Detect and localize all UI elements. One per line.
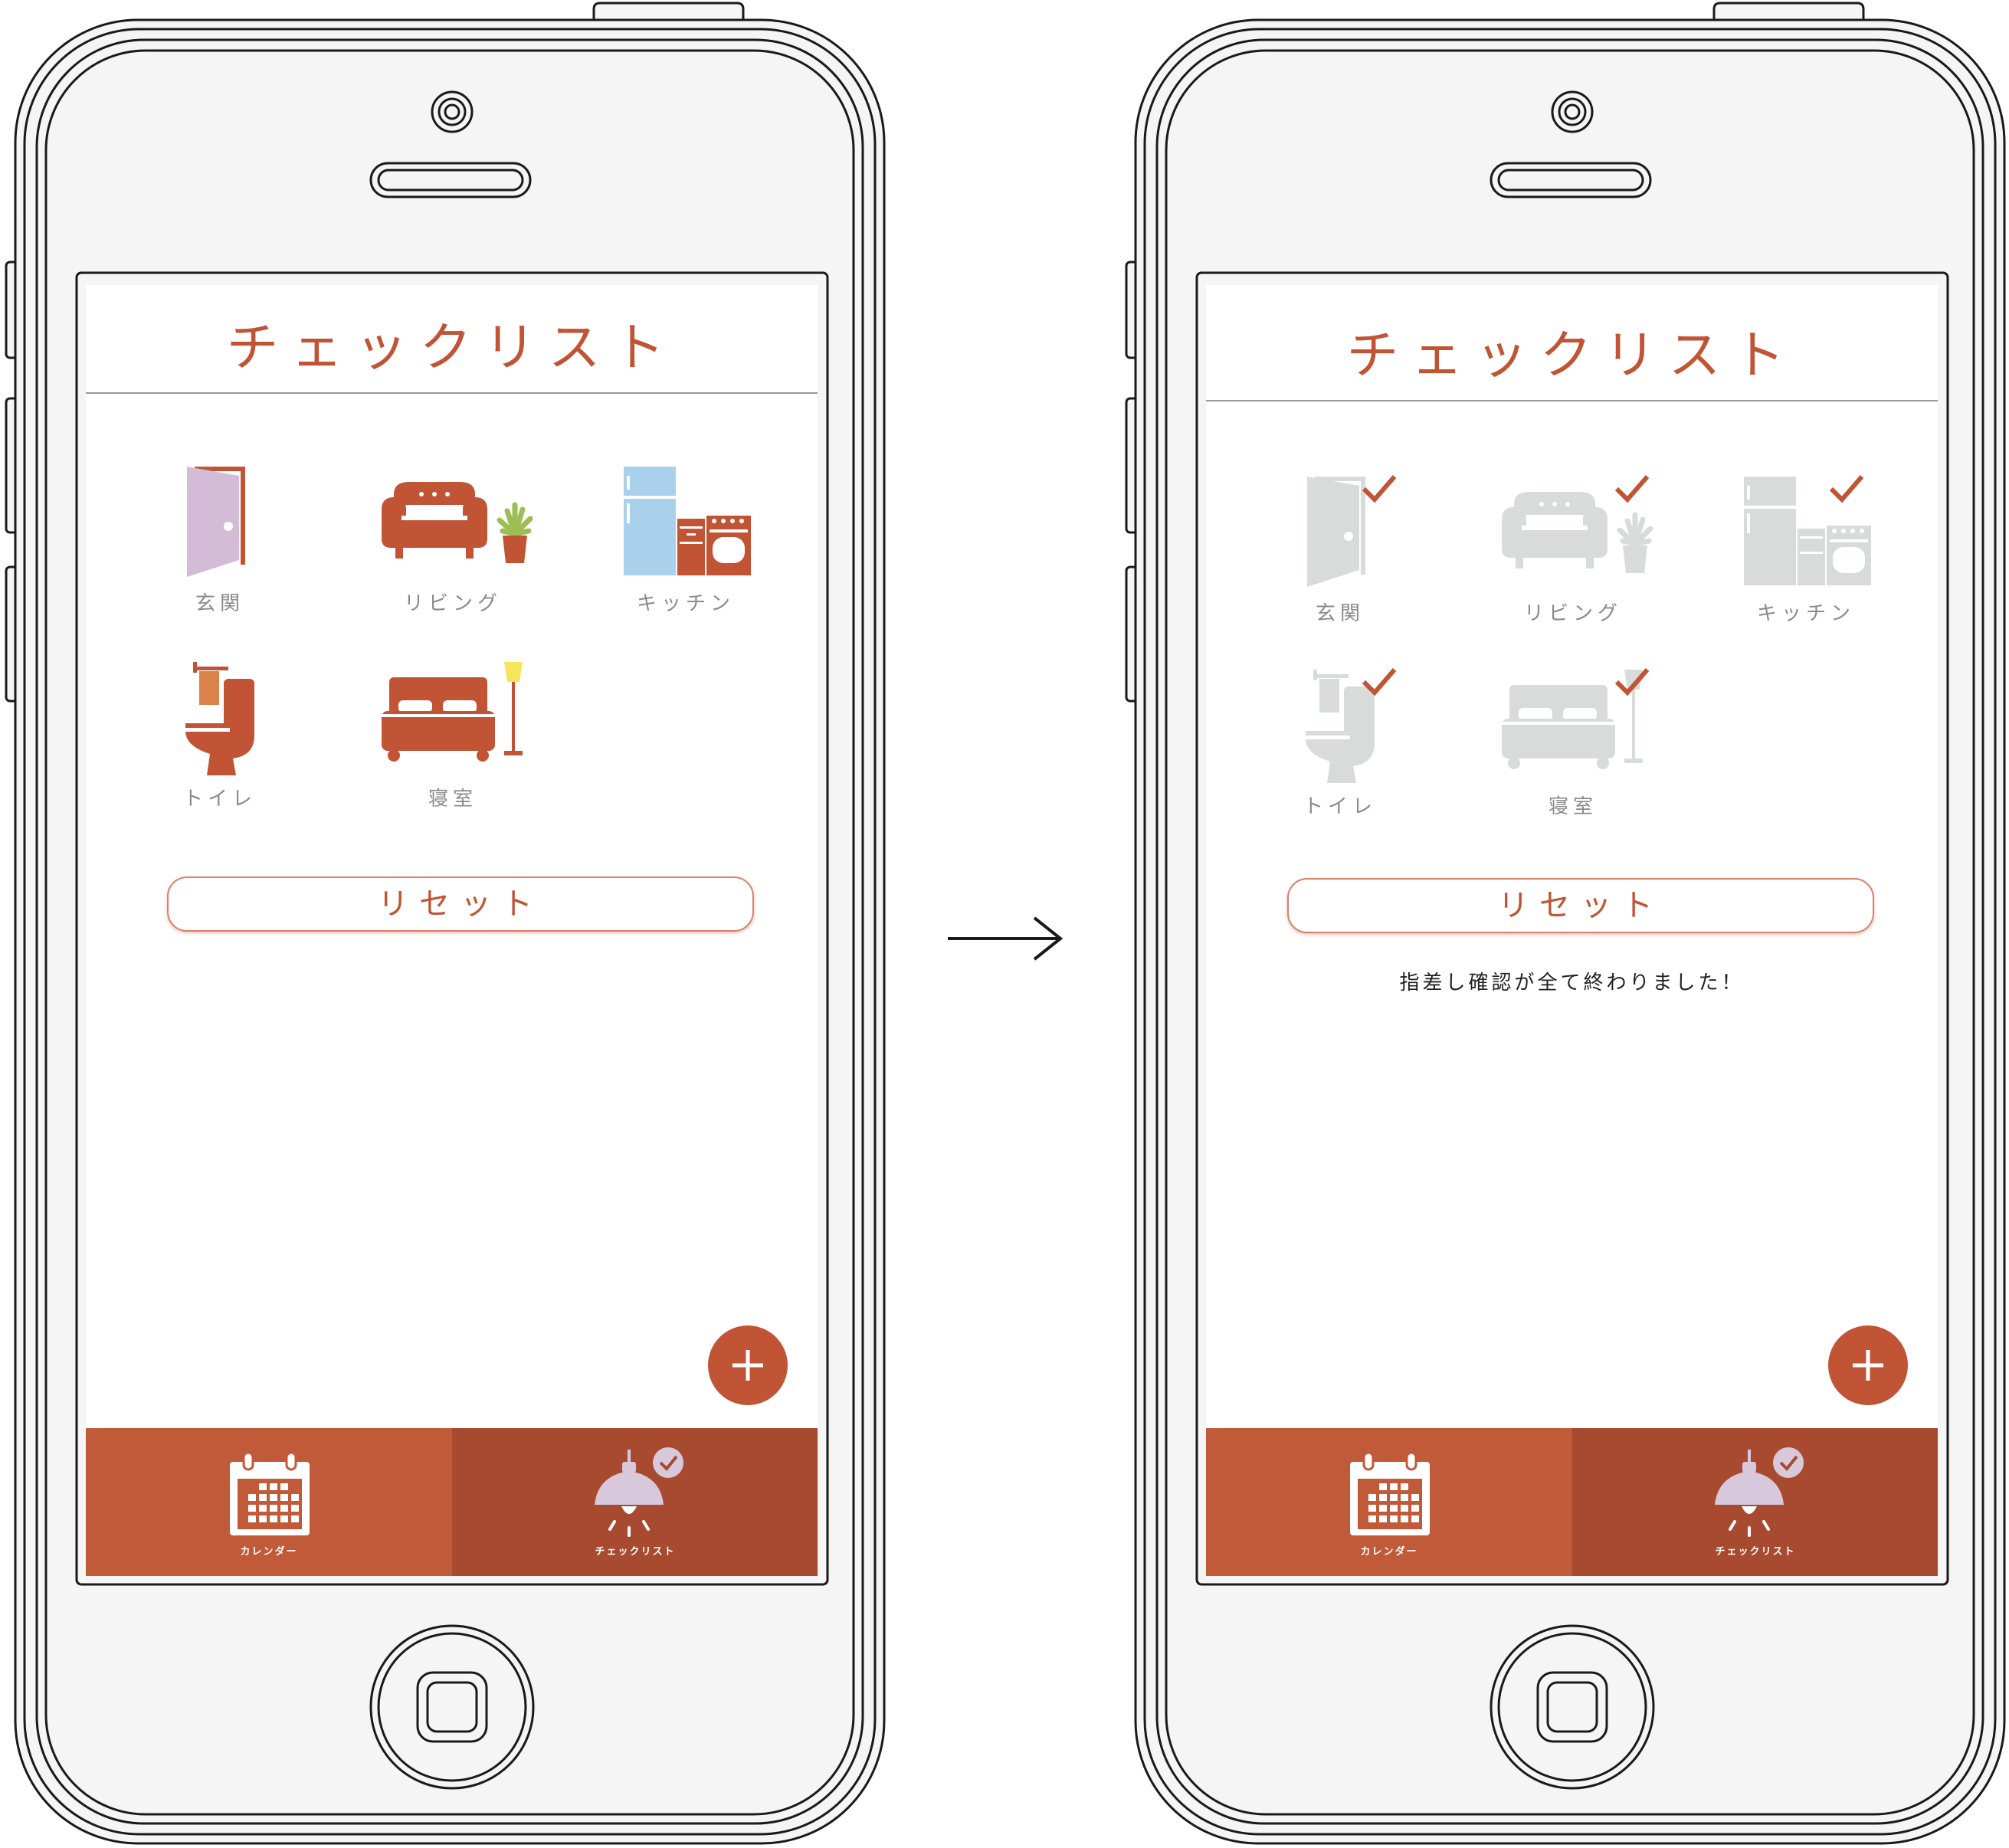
room-item-toilet[interactable]: トイレ [132, 660, 308, 814]
room-item-toilet[interactable]: トイレ [1252, 668, 1428, 821]
tab-calendar[interactable]: カレンダー [1206, 1428, 1572, 1576]
app-screen: チェックリスト 玄関 [86, 285, 818, 1576]
bed-icon [382, 662, 523, 762]
room-item-kitchen[interactable]: キッチン [598, 465, 774, 618]
plus-icon [732, 1350, 763, 1381]
room-label: キッチン [1756, 602, 1855, 625]
room-label: 寝室 [1548, 795, 1598, 818]
tab-checklist[interactable]: チェックリスト [452, 1428, 818, 1576]
tab-label: カレンダー [1360, 1546, 1418, 1558]
door-icon [1307, 475, 1397, 587]
reset-button[interactable]: リセット [167, 876, 754, 932]
door-icon [187, 467, 245, 577]
toilet-icon [185, 662, 254, 775]
tab-calendar[interactable]: カレンダー [86, 1428, 452, 1576]
calendar-icon [230, 1451, 310, 1535]
toilet-icon [1306, 668, 1397, 783]
bed-icon [1502, 668, 1650, 769]
arrow-right-icon [948, 916, 1063, 961]
app-header: チェックリスト [86, 285, 818, 394]
lamp-icon [595, 1447, 683, 1537]
room-label: 寝室 [428, 788, 477, 811]
page-title: チェックリスト [1346, 326, 1798, 386]
lamp-icon [1715, 1447, 1804, 1537]
room-item-kitchen[interactable]: キッチン [1718, 475, 1894, 628]
room-label: リビング [1523, 602, 1622, 625]
reset-button[interactable]: リセット [1287, 878, 1874, 933]
tab-bar: カレンダー チェックリスト [1206, 1428, 1938, 1576]
room-item-genkan[interactable]: 玄関 [132, 465, 308, 618]
room-item-bedroom[interactable]: 寝室 [1485, 668, 1661, 821]
completion-message: 指差し確認が全て終わりました！ [1399, 972, 1745, 994]
add-button[interactable] [708, 1325, 788, 1405]
room-label: トイレ [182, 788, 257, 811]
plus-icon [1853, 1350, 1883, 1381]
tab-bar: カレンダー チェックリスト [86, 1428, 818, 1576]
room-item-genkan[interactable]: 玄関 [1252, 475, 1428, 628]
phone-after: チェックリスト 玄関 リビング キッチン トイレ 寝室 リセット 指差し確認が全… [1120, 0, 2009, 1848]
app-screen: チェックリスト 玄関 [1206, 285, 1938, 1576]
tab-label: チェックリスト [1715, 1546, 1796, 1558]
room-label: 玄関 [1315, 602, 1365, 625]
room-item-living[interactable]: リビング [1485, 475, 1661, 628]
sofa-icon [1502, 475, 1653, 573]
room-label: キッチン [636, 592, 735, 615]
room-label: リビング [403, 592, 502, 615]
tab-checklist[interactable]: チェックリスト [1572, 1428, 1938, 1576]
calendar-icon [1350, 1451, 1430, 1535]
tab-label: カレンダー [240, 1546, 298, 1558]
sofa-icon [382, 482, 533, 563]
phone-before: チェックリスト 玄関 リビング キッチン トイレ 寝室 リセット カレンダー チ… [0, 0, 890, 1848]
kitchen-icon [624, 467, 751, 575]
page-title: チェックリスト [226, 318, 677, 378]
kitchen-icon [1744, 475, 1871, 585]
app-header: チェックリスト [1206, 293, 1938, 401]
add-button[interactable] [1828, 1325, 1908, 1405]
room-label: 玄関 [195, 592, 244, 615]
room-item-living[interactable]: リビング [365, 465, 541, 618]
room-label: トイレ [1303, 795, 1377, 818]
tab-label: チェックリスト [595, 1546, 676, 1558]
room-item-bedroom[interactable]: 寝室 [365, 660, 541, 814]
